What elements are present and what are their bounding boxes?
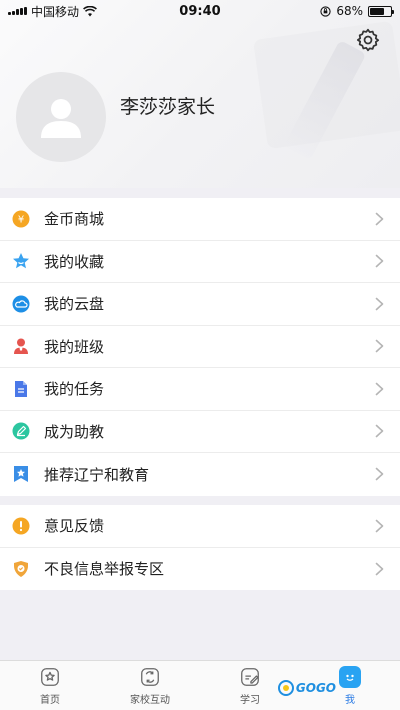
svg-text:¥: ¥	[18, 214, 24, 225]
tab-interaction[interactable]: 家校互动	[100, 661, 200, 710]
chevron-right-icon	[375, 212, 384, 226]
badge-icon	[12, 560, 30, 578]
menu-group-secondary: 意见反馈不良信息举报专区	[0, 505, 400, 590]
interaction-icon	[141, 668, 159, 686]
tab-interaction-label: 家校互动	[130, 695, 170, 706]
menu-item-document[interactable]: 我的任务	[0, 368, 400, 411]
profile-header: 李莎莎家长	[0, 0, 400, 188]
battery-percent: 68%	[336, 4, 363, 18]
chevron-right-icon	[375, 254, 384, 268]
chevron-right-icon	[375, 297, 384, 311]
orientation-lock-icon	[320, 5, 331, 17]
star-icon	[12, 252, 30, 270]
menu-item-label: 推荐辽宁和教育	[44, 465, 150, 484]
default-avatar-icon	[41, 99, 81, 138]
menu-item-star[interactable]: 我的收藏	[0, 241, 400, 283]
status-bar: 中国移动 09:40 68%	[0, 0, 400, 22]
home-star-icon	[41, 668, 59, 686]
avatar[interactable]	[16, 72, 106, 162]
tab-bar: 首页 家校互动 学习 我 GOGO	[0, 660, 400, 710]
tab-study-label: 学习	[240, 695, 260, 706]
menu-item-label: 意见反馈	[44, 517, 105, 536]
exclamation-icon	[12, 517, 30, 535]
person-icon	[12, 337, 30, 355]
signal-icon	[8, 7, 27, 15]
menu-item-label: 成为助教	[44, 422, 105, 441]
chevron-right-icon	[375, 382, 384, 396]
bookmark-star-icon	[12, 465, 30, 483]
watermark-text: GOGO	[295, 681, 336, 695]
menu-item-label: 不良信息举报专区	[44, 560, 165, 579]
menu-item-label: 金币商城	[44, 210, 105, 229]
cloud-icon	[12, 295, 30, 313]
menu-item-person[interactable]: 我的班级	[0, 326, 400, 368]
chevron-right-icon	[375, 562, 384, 576]
tab-home-label: 首页	[40, 695, 60, 706]
battery-icon	[368, 5, 394, 17]
menu-group-primary: ¥ 金币商城我的收藏我的云盘我的班级我的任务成为助教推荐辽宁和教育	[0, 198, 400, 496]
watermark-circle-icon	[277, 680, 294, 696]
gear-icon	[356, 28, 380, 52]
chevron-right-icon	[375, 339, 384, 353]
chevron-right-icon	[375, 424, 384, 438]
tab-me-label: 我	[345, 695, 355, 706]
document-icon	[12, 380, 30, 398]
wifi-icon	[83, 5, 97, 16]
menu-item-label: 我的任务	[44, 380, 105, 399]
study-icon	[241, 668, 259, 686]
menu-item-label: 我的收藏	[44, 252, 105, 271]
settings-button[interactable]	[352, 24, 384, 56]
tab-home[interactable]: 首页	[0, 661, 100, 710]
watermark-logo: GOGO	[277, 680, 336, 696]
chevron-right-icon	[375, 519, 384, 533]
coin-icon: ¥	[12, 210, 30, 228]
menu-item-exclamation[interactable]: 意见反馈	[0, 505, 400, 548]
menu-item-coin[interactable]: ¥ 金币商城	[0, 198, 400, 241]
pencil-icon	[12, 422, 30, 440]
chevron-right-icon	[375, 467, 384, 481]
menu-item-bookmark-star[interactable]: 推荐辽宁和教育	[0, 453, 400, 496]
menu-item-label: 我的班级	[44, 337, 105, 356]
me-icon	[339, 666, 361, 688]
menu-item-pencil[interactable]: 成为助教	[0, 411, 400, 453]
username[interactable]: 李莎莎家长	[120, 92, 215, 119]
menu-item-cloud[interactable]: 我的云盘	[0, 283, 400, 326]
menu-item-badge[interactable]: 不良信息举报专区	[0, 548, 400, 591]
menu-item-label: 我的云盘	[44, 295, 105, 314]
carrier-name: 中国移动	[31, 4, 80, 19]
